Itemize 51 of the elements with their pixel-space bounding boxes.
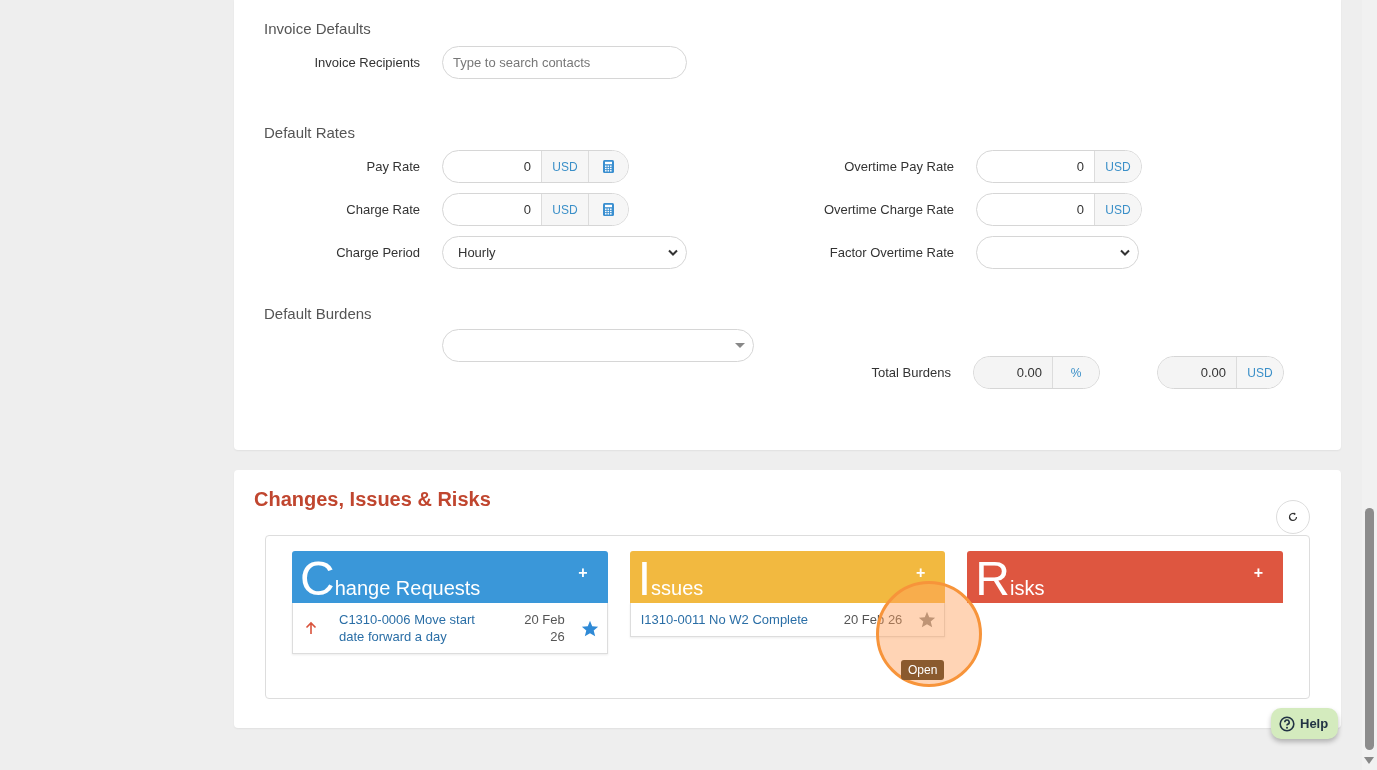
section-heading: Default Rates [264, 124, 356, 141]
star-icon[interactable] [918, 611, 937, 628]
section-heading: Default Burdens [264, 305, 373, 322]
section-heading: Invoice Defaults [264, 20, 372, 37]
calculator-button[interactable] [588, 151, 628, 182]
dropdown[interactable]: Hourly [442, 236, 687, 269]
refresh-button[interactable] [1276, 500, 1310, 534]
scroll-down-icon[interactable] [1364, 757, 1374, 764]
star-icon[interactable] [580, 619, 599, 637]
amount-input-group[interactable]: 0.00 % [973, 356, 1100, 389]
field-label: Overtime Charge Rate [822, 202, 954, 217]
panel-title: Risks [975, 559, 1045, 599]
calculator-icon [603, 160, 614, 173]
amount-input[interactable]: 0 [443, 151, 541, 182]
currency-addon: % [1052, 357, 1099, 388]
amount-input[interactable]: 0 [977, 194, 1094, 225]
dropdown-arrow-icon [735, 343, 745, 348]
help-button[interactable]: Help [1271, 708, 1339, 739]
item-date: 20 Feb 26 [523, 611, 565, 645]
card-title: Changes, Issues & Risks [254, 488, 492, 511]
field-label: Overtime Pay Rate [843, 159, 954, 174]
currency-addon: USD [541, 151, 588, 182]
contact-search-field[interactable]: Type to search contacts [442, 46, 687, 79]
chevron-down-icon [668, 249, 678, 256]
amount-input[interactable]: 0 [977, 151, 1094, 182]
field-label: Factor Overtime Rate [828, 245, 954, 260]
currency-addon: USD [1236, 357, 1283, 388]
item-link[interactable]: C1310-0006 Move start date forward a day [339, 611, 501, 645]
field-label: Charge Rate [345, 202, 420, 217]
currency-addon: USD [541, 194, 588, 225]
field-label: Pay Rate [365, 159, 420, 174]
dropdown[interactable] [976, 236, 1139, 269]
amount-input[interactable]: 0 [443, 194, 541, 225]
currency-addon: USD [1094, 151, 1141, 182]
field-label: Invoice Recipients [313, 55, 420, 70]
question-icon [1279, 715, 1295, 732]
currency-addon: USD [1094, 194, 1141, 225]
panel-title: Change Requests [300, 559, 481, 599]
field-label: Total Burdens [870, 365, 951, 380]
panel-title: Issues [637, 559, 704, 599]
calculator-icon [603, 203, 614, 216]
refresh-icon [1288, 512, 1298, 522]
amount-input-group[interactable]: 0.00 USD [1157, 356, 1284, 389]
calculator-button[interactable] [588, 194, 628, 225]
chevron-down-icon [1120, 249, 1130, 256]
tooltip: Open [901, 660, 945, 680]
scrollbar-thumb[interactable] [1365, 508, 1374, 750]
field-label: Charge Period [335, 245, 420, 260]
burdens-dropdown[interactable] [442, 329, 754, 362]
add-button[interactable]: + [1253, 565, 1263, 581]
item-link[interactable]: I1310-0011 No W2 Complete [640, 611, 826, 628]
